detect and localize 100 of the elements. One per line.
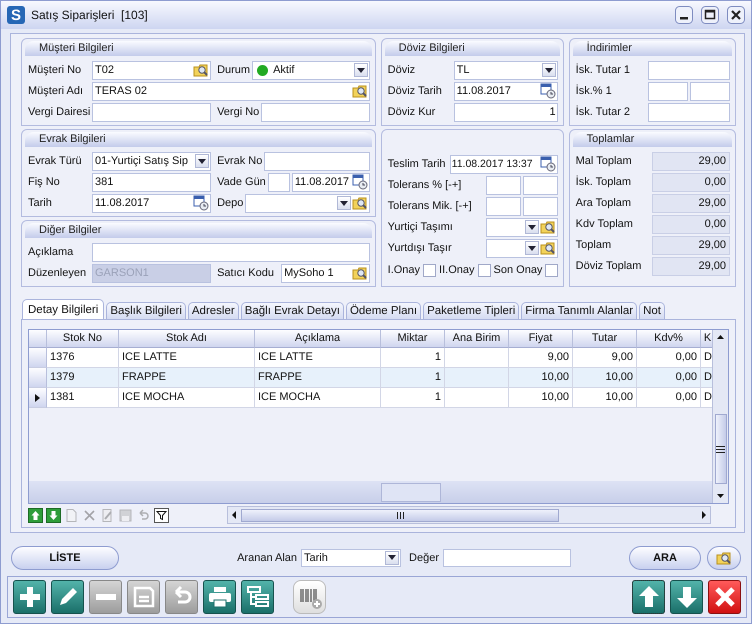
dropdown-button[interactable] xyxy=(524,220,539,234)
minimize-icon[interactable] xyxy=(675,6,693,24)
dropdown-button[interactable] xyxy=(354,63,368,77)
table-cell: 1381 xyxy=(47,388,119,408)
text-field[interactable] xyxy=(264,152,370,170)
close-button[interactable] xyxy=(708,580,741,614)
dropdown-field[interactable] xyxy=(486,238,558,258)
row-indicator[interactable] xyxy=(29,388,47,408)
tree-button[interactable] xyxy=(241,580,274,614)
dropdown-arrow-icon xyxy=(388,555,396,560)
table-row[interactable]: 1376 ICE LATTE ICE LATTE 1 9,00 9,00 0,00 D xyxy=(29,348,712,368)
dropdown-button[interactable] xyxy=(542,63,556,77)
column-header[interactable]: Fiyat xyxy=(509,330,573,348)
next-record-button[interactable] xyxy=(670,580,703,614)
calendar-clock-icon[interactable] xyxy=(540,83,556,99)
checkbox[interactable] xyxy=(545,264,558,276)
field-label: Düzenleyen xyxy=(28,267,88,279)
dropdown-field[interactable]: 01-Yurtiçi Satış Sip xyxy=(92,152,212,170)
date-field[interactable]: 11.08.2017 xyxy=(92,194,212,212)
print-button[interactable] xyxy=(203,580,236,614)
status-dropdown[interactable]: Aktif xyxy=(252,60,370,80)
vertical-scrollbar[interactable] xyxy=(712,330,728,503)
horizontal-scrollbar[interactable] xyxy=(227,506,711,524)
column-header[interactable]: Miktar xyxy=(381,330,445,348)
tab[interactable]: Detay Bilgileri xyxy=(22,299,104,319)
column-header[interactable]: Tutar xyxy=(573,330,637,348)
folder-search-icon[interactable] xyxy=(540,240,556,256)
table-row[interactable]: 1379 FRAPPE FRAPPE 1 10,00 10,00 0,00 D xyxy=(29,368,712,388)
text-field[interactable] xyxy=(522,176,558,194)
column-header[interactable]: Stok Adı xyxy=(119,330,255,348)
dropdown-arrow-icon xyxy=(340,200,348,206)
table-cell: 10,00 xyxy=(573,388,637,408)
text-field[interactable] xyxy=(648,60,730,80)
text-field[interactable] xyxy=(92,102,212,122)
field-label: Yurtiçi Taşımı xyxy=(388,221,454,233)
calendar-clock-icon[interactable] xyxy=(352,174,368,190)
text-field[interactable]: 381 xyxy=(92,172,212,192)
date-field[interactable]: 11.08.2017 xyxy=(292,172,370,192)
field-label: I.Onay xyxy=(388,264,420,276)
column-header[interactable]: Stok No xyxy=(47,330,119,348)
field-label: Vergi Dairesi xyxy=(28,106,90,118)
field-label: Satıcı Kodu xyxy=(217,267,275,279)
dropdown-button[interactable] xyxy=(336,196,351,210)
tab[interactable]: Firma Tanımlı Alanlar xyxy=(521,302,638,319)
tab[interactable]: Bağlı Evrak Detayı xyxy=(240,302,344,319)
tab[interactable]: Paketleme Tipleri xyxy=(423,302,520,319)
column-header[interactable]: Kdv% xyxy=(637,330,701,348)
edit-button[interactable] xyxy=(51,580,84,614)
column-header[interactable]: Ana Birim xyxy=(445,330,509,348)
field-label: İsk. Tutar 2 xyxy=(576,106,632,118)
tab[interactable]: Ödeme Planı xyxy=(346,302,422,319)
table-row[interactable]: 1381 ICE MOCHA ICE MOCHA 1 10,00 10,00 0,00 D xyxy=(29,388,712,408)
calendar-clock-icon[interactable] xyxy=(193,195,210,211)
filter-icon[interactable] xyxy=(154,508,169,522)
close-icon[interactable] xyxy=(727,6,745,24)
dropdown-button[interactable] xyxy=(385,550,400,564)
tab[interactable]: Not xyxy=(639,302,665,319)
folder-search-icon[interactable] xyxy=(540,219,556,235)
dropdown-field[interactable] xyxy=(245,194,370,212)
folder-search-icon[interactable] xyxy=(193,62,210,78)
scroll-thumb[interactable] xyxy=(714,414,726,484)
lookup-field[interactable]: MySoho 1 xyxy=(281,264,370,282)
dropdown-field[interactable]: TL xyxy=(454,60,558,80)
text-field[interactable] xyxy=(92,242,370,262)
lookup-field[interactable]: TERAS 02 xyxy=(92,82,370,100)
number-field[interactable]: 1 xyxy=(454,102,558,122)
checkbox[interactable] xyxy=(478,264,491,276)
column-header[interactable]: Açıklama xyxy=(255,330,381,348)
text-field[interactable] xyxy=(522,196,558,216)
tab[interactable]: Adresler xyxy=(188,302,239,319)
scroll-thumb[interactable] xyxy=(241,508,559,522)
checkbox[interactable] xyxy=(423,264,436,276)
dropdown-field[interactable] xyxy=(486,218,558,236)
date-field[interactable]: 11.08.2017 xyxy=(454,82,558,100)
add-button[interactable] xyxy=(13,580,46,614)
text-field[interactable] xyxy=(690,82,730,100)
dropdown-field[interactable]: Tarih xyxy=(301,548,402,566)
column-header[interactable]: K xyxy=(701,330,712,348)
search-button[interactable]: ARA xyxy=(629,546,701,570)
lookup-button[interactable] xyxy=(707,546,741,570)
text-field[interactable] xyxy=(261,102,370,122)
dropdown-button[interactable] xyxy=(195,154,210,168)
folder-search-icon[interactable] xyxy=(352,265,368,281)
calendar-clock-icon[interactable] xyxy=(540,156,556,172)
text-field[interactable] xyxy=(486,196,521,216)
text-field[interactable] xyxy=(648,82,688,100)
dropdown-button[interactable] xyxy=(524,241,539,255)
lookup-field[interactable]: T02 xyxy=(92,60,212,80)
text-field[interactable] xyxy=(268,172,290,192)
maximize-icon[interactable] xyxy=(701,6,719,24)
tab[interactable]: Başlık Bilgileri xyxy=(106,302,186,319)
text-field[interactable] xyxy=(443,548,571,566)
folder-search-icon[interactable] xyxy=(352,195,368,211)
list-button[interactable]: LİSTE xyxy=(11,546,119,570)
folder-search-icon[interactable] xyxy=(352,83,368,99)
date-field[interactable]: 11.08.2017 13:37 xyxy=(450,154,558,174)
text-field[interactable] xyxy=(648,102,730,122)
text-field[interactable] xyxy=(486,176,521,194)
section-header: Diğer Bilgiler xyxy=(25,223,372,238)
previous-record-button[interactable] xyxy=(632,580,665,614)
